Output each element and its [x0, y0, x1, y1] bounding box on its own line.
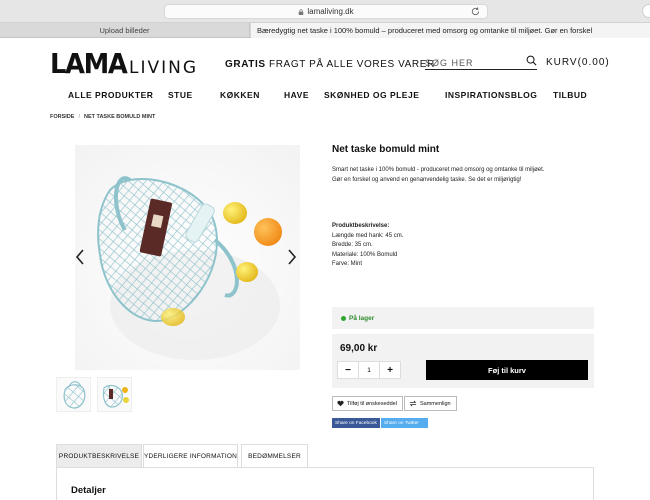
details-heading: Produktbeskrivelse: — [332, 223, 390, 229]
details-line: Materiale: 100% Bomuld — [332, 251, 398, 258]
share-twitter-label: Share on Twitter — [384, 420, 419, 426]
lock-icon — [299, 8, 304, 15]
thumbnail-image — [57, 378, 90, 411]
cart-link[interactable]: KURV(0.00) — [546, 57, 610, 68]
browser-tab-active[interactable]: Bæredygtig net taske i 100% bomuld – pro… — [251, 23, 650, 38]
quantity-increase-button[interactable]: + — [380, 362, 400, 378]
logo-main-text: LAMA — [50, 47, 128, 80]
quantity-decrease-button[interactable]: − — [338, 362, 358, 378]
description-line: Smart net taske i 100% bomuld - producer… — [332, 167, 545, 173]
tab-panel: Detaljer — [56, 467, 594, 500]
share-twitter-button[interactable]: Share on Twitter — [381, 418, 428, 428]
tab-product-description[interactable]: PRODUKTBESKRIVELSE — [56, 444, 142, 468]
compare-label: Sammenlign — [420, 400, 451, 407]
stock-status: På lager — [332, 307, 594, 329]
browser-tab-bar: Upload billeder Bæredygtig net taske i 1… — [0, 23, 650, 38]
breadcrumb-home[interactable]: FORSIDE — [50, 114, 74, 120]
browser-extension-icon[interactable] — [642, 4, 650, 18]
main-nav: ALLE PRODUKTER STUE KØKKEN HAVE SKØNHED … — [50, 90, 590, 104]
details-line: Længde med hank: 45 cm. — [332, 232, 404, 239]
address-bar-url: lamaliving.dk — [307, 7, 354, 16]
search-box — [425, 53, 537, 71]
nav-item-all-products[interactable]: ALLE PRODUKTER — [68, 90, 153, 100]
product-photo — [75, 145, 300, 370]
search-icon[interactable] — [526, 55, 537, 66]
product-price: 69,00 kr — [340, 343, 378, 354]
wishlist-label: Tilføj til ønskeseddel — [347, 400, 397, 407]
heart-icon — [337, 400, 344, 407]
browser-tab-label: Upload billeder — [99, 26, 150, 35]
breadcrumb: FORSIDE / NET TASKE BOMULD MINT — [50, 114, 155, 120]
add-to-cart-button[interactable]: Føj til kurv — [426, 360, 588, 380]
site-logo[interactable]: LAMA LIVING — [50, 47, 199, 80]
quantity-stepper: − + — [337, 361, 401, 379]
gallery-thumbnail[interactable] — [56, 377, 91, 412]
compare-button[interactable]: Sammenlign — [404, 396, 457, 411]
breadcrumb-current: NET TASKE BOMULD MINT — [83, 114, 156, 120]
thumbnail-image — [98, 378, 131, 411]
buy-box: 69,00 kr − + Føj til kurv — [332, 334, 594, 388]
details-line: Farve: Mint — [332, 261, 363, 267]
nav-item-tilbud[interactable]: TILBUD — [553, 90, 587, 100]
gallery-thumbnail[interactable] — [97, 377, 132, 412]
add-to-wishlist-button[interactable]: Tilføj til ønskeseddel — [332, 396, 403, 411]
description-line: Gør en forskel og anvend en genanvendeli… — [332, 176, 522, 183]
nav-item-have[interactable]: HAVE — [284, 90, 309, 100]
product-details: Produktbeskrivelse: Længde med hank: 45 … — [332, 222, 403, 270]
tab-reviews[interactable]: BEDØMMELSER — [241, 444, 308, 468]
share-facebook-label: Share on Facebook — [335, 420, 377, 426]
browser-tab-upload[interactable]: Upload billeder — [0, 23, 250, 38]
nav-item-skonhed[interactable]: SKØNHED OG PLEJE — [324, 90, 419, 100]
free-shipping-banner: GRATIS FRAGT PÅ ALLE VORES VARER — [225, 59, 435, 70]
product-short-description: Smart net taske i 100% bomuld - producer… — [332, 166, 602, 185]
browser-tab-label: Bæredygtig net taske i 100% bomuld – pro… — [257, 26, 593, 35]
details-line: Bredde: 35 cm. — [332, 242, 373, 248]
breadcrumb-separator: / — [78, 114, 80, 120]
nav-item-kokken[interactable]: KØKKEN — [220, 90, 260, 100]
in-stock-icon — [341, 315, 346, 321]
stock-label: På lager — [349, 314, 375, 322]
address-bar[interactable]: lamaliving.dk — [164, 4, 488, 19]
free-shipping-text: FRAGT PÅ ALLE VORES VARER — [269, 59, 435, 70]
tab-panel-title: Detaljer — [71, 485, 106, 496]
free-shipping-bold: GRATIS — [225, 59, 266, 70]
gallery-next-icon[interactable] — [287, 249, 297, 265]
quantity-input[interactable] — [358, 362, 380, 378]
product-main-image[interactable] — [75, 145, 300, 370]
nav-item-inspirationsblog[interactable]: INSPIRATIONSBLOG — [445, 90, 537, 100]
logo-sub-text: LIVING — [129, 58, 199, 78]
compare-icon — [409, 400, 417, 407]
reload-icon[interactable] — [470, 6, 481, 17]
share-facebook-button[interactable]: Share on Facebook — [332, 418, 380, 428]
browser-toolbar: lamaliving.dk — [0, 0, 650, 23]
gallery-prev-icon[interactable] — [75, 249, 85, 265]
nav-item-stue[interactable]: STUE — [168, 90, 193, 100]
tab-additional-information[interactable]: YDERLIGERE INFORMATION — [143, 444, 238, 468]
search-input[interactable] — [425, 55, 521, 71]
product-title: Net taske bomuld mint — [332, 144, 440, 155]
